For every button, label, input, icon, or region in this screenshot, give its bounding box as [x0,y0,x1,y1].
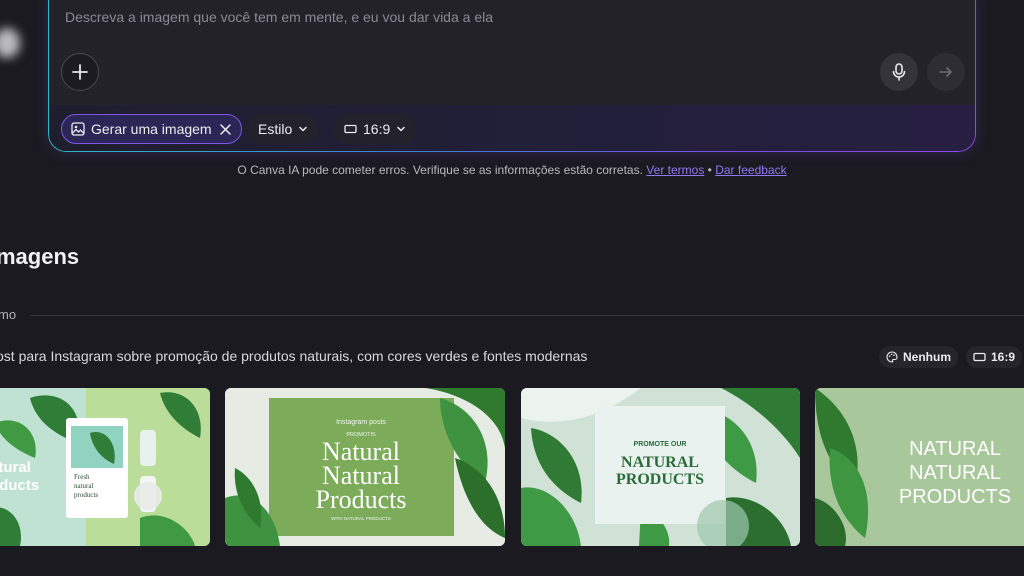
image-4-art: NATURAL NATURAL PRODUCTS [815,388,1024,546]
section-title: magens [0,244,80,269]
image-1-card-line-2: natural [74,482,93,490]
result-prompt-text: ost para Instagram sobre promoção de pro… [0,348,588,364]
generated-image-4[interactable]: NATURAL NATURAL PRODUCTS [815,388,1024,546]
add-button[interactable] [61,53,99,91]
image-3-art: PROMOTE OUR NATURAL PRODUCTS [521,388,800,546]
close-icon[interactable] [219,123,231,135]
chevron-down-icon [299,126,307,132]
image-2-footer: WITH NATURAL PRODUCTS [331,516,391,521]
style-label: Estilo [258,121,293,137]
section-subtitle: mo [0,307,17,322]
image-icon [71,122,85,136]
image-2-art: Instagram posts PROMOTIS Natural Natural… [225,388,505,546]
image-1-art: atural oducts Fresh natural products [0,388,210,546]
aspect-ratio-icon [973,352,986,362]
chevron-down-icon [397,126,405,132]
generated-image-2[interactable]: Instagram posts PROMOTIS Natural Natural… [225,388,505,546]
prompt-options-bar: Gerar uma imagem Estilo 16:9 [49,105,975,151]
ratio-tag[interactable]: 16:9 [966,346,1023,368]
aspect-ratio-dropdown[interactable]: 16:9 [334,114,417,144]
aspect-ratio-icon [344,124,357,134]
style-tag[interactable]: Nenhum [879,346,958,368]
image-2-line-3: Products [316,485,407,514]
blurred-avatar [0,28,20,58]
disclaimer-separator: • [707,163,712,177]
image-4-line-2: NATURAL [909,462,1001,484]
plus-icon [72,64,88,80]
image-2-top-line: Instagram posts [336,419,386,426]
image-3-line-1: NATURAL [621,454,699,471]
image-1-card-line-1: Fresh [74,473,90,481]
aspect-ratio-label: 16:9 [363,121,391,137]
prompt-input[interactable]: Descreva a imagem que você tem em mente,… [65,9,493,25]
image-1-caption-1: atural [0,459,31,476]
send-button[interactable] [927,53,965,91]
prompt-box: Descreva a imagem que você tem em mente,… [48,0,976,152]
generated-image-3[interactable]: PROMOTE OUR NATURAL PRODUCTS [521,388,800,546]
ratio-tag-label: 16:9 [991,350,1016,364]
microphone-icon [892,63,906,81]
image-3-top-line: PROMOTE OUR [634,441,687,448]
divider [30,315,1024,316]
image-1-card-line-3: products [74,491,98,499]
image-4-line-1: NATURAL [909,438,1001,460]
microphone-button[interactable] [880,53,918,91]
generate-image-label: Gerar uma imagem [91,121,212,137]
disclaimer: O Canva IA pode cometer erros. Verifique… [0,163,1024,177]
palette-icon [886,351,898,363]
style-tag-label: Nenhum [903,350,951,364]
image-3-line-2: PRODUCTS [616,471,704,488]
feedback-link[interactable]: Dar feedback [715,163,786,177]
terms-link[interactable]: Ver termos [646,163,704,177]
generated-image-1[interactable]: atural oducts Fresh natural products [0,388,210,546]
style-dropdown[interactable]: Estilo [248,114,319,144]
image-4-line-3: PRODUCTS [899,486,1011,508]
disclaimer-text: O Canva IA pode cometer erros. Verifique… [237,163,643,177]
generate-image-chip[interactable]: Gerar uma imagem [61,114,242,144]
image-1-caption-2: oducts [0,477,39,494]
arrow-right-icon [939,67,952,77]
